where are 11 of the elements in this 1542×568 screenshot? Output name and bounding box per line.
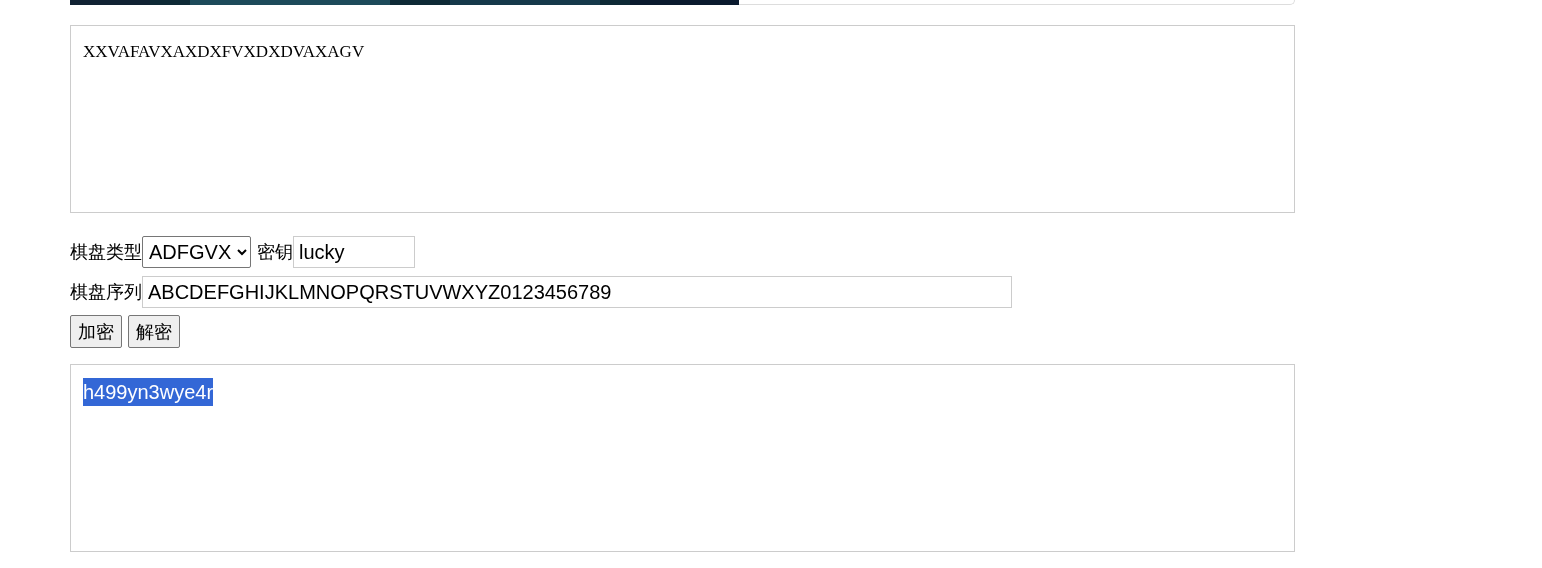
output-text: h499yn3wye4r — [83, 378, 214, 406]
output-text-area[interactable]: h499yn3wye4r — [70, 364, 1295, 552]
input-text-area[interactable]: XXVAFAVXAXDXFVXDXDVAXAGV — [70, 25, 1295, 213]
board-sequence-field[interactable]: ABCDEFGHIJKLMNOPQRSTUVWXYZ0123456789 — [142, 276, 1012, 308]
decrypt-button[interactable]: 解密 — [128, 315, 180, 348]
board-type-select[interactable]: ADFGVX — [142, 236, 251, 268]
board-sequence-label: 棋盘序列 — [70, 280, 142, 304]
board-type-label: 棋盘类型 — [70, 240, 142, 264]
key-label: 密钥 — [257, 240, 293, 264]
key-field[interactable]: lucky — [293, 236, 415, 268]
encrypt-button[interactable]: 加密 — [70, 315, 122, 348]
